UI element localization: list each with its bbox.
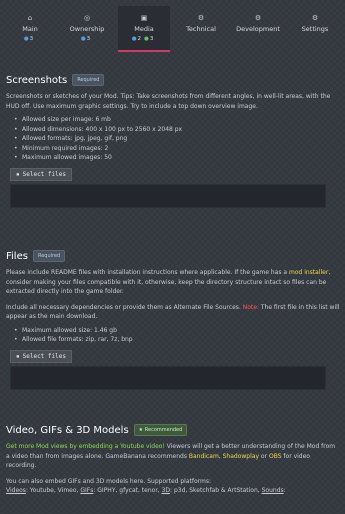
video-heading: Video, GIFs & 3D Models ★ Recommended	[6, 424, 340, 436]
required-badge: Required	[32, 250, 66, 262]
rule-item: Minimum required images: 2	[14, 144, 340, 154]
comment-count-icon: ●	[131, 36, 137, 42]
select-files-button[interactable]: ▪ Select files	[10, 349, 72, 363]
development-icon: ⚙	[254, 14, 262, 22]
comment-count-icon: ●	[80, 36, 86, 42]
rule-item: Maximum allowed size: 1.46 gb	[14, 326, 340, 336]
files-desc-text: Please include README files with install…	[6, 269, 289, 276]
screenshots-rules-list: Allowed size per image: 6 mbAllowed dime…	[6, 115, 340, 163]
screenshots-dropzone[interactable]	[10, 183, 326, 208]
files-section: Files Required Please include README fil…	[6, 250, 340, 390]
platform-category-link[interactable]: Videos	[6, 487, 26, 494]
shadowplay-link[interactable]: Shadowplay	[223, 453, 259, 460]
tab-counts: ●3	[4, 36, 56, 42]
required-badge: Required	[72, 74, 105, 86]
tab-label: Settings	[301, 25, 329, 33]
obs-link[interactable]: OBS	[269, 453, 282, 460]
platform-category-link[interactable]: 3D	[162, 487, 170, 494]
platform-list: : Youtube, Vimeo,	[25, 487, 81, 494]
or-text: or	[259, 452, 269, 460]
tab-label: Main	[22, 25, 38, 33]
platform-list: :	[283, 487, 286, 494]
select-files-button[interactable]: ▪ Select files	[10, 167, 72, 181]
tab-label: Development	[236, 25, 280, 33]
files-heading: Files Required	[6, 250, 340, 262]
bandicam-link[interactable]: Bandicam	[189, 453, 219, 460]
recommended-badge: ★ Recommended	[133, 424, 188, 436]
files-description-2: Include all necessary dependencies or pr…	[6, 303, 340, 322]
upload-icon: ▪	[16, 170, 20, 178]
tab-counts: ●3	[61, 36, 113, 42]
recommended-label: Recommended	[144, 427, 183, 433]
check-count-icon: ●	[144, 36, 149, 42]
rule-item: Allowed formats: jpg, jpeg, gif, png	[14, 134, 340, 144]
tab-label: Technical	[186, 25, 216, 33]
files-desc2-text: Include all necessary dependencies or pr…	[6, 303, 243, 311]
platforms-intro: You can also embed GIFs and 3D models he…	[6, 477, 211, 485]
rule-item: Maximum allowed images: 50	[14, 153, 340, 163]
screenshots-title: Screenshots	[6, 74, 68, 86]
files-description: Please include README files with install…	[6, 268, 340, 297]
tab-development[interactable]: ⚙ Development	[232, 6, 284, 48]
video-promo-text: Get more Mod views by embedding a Youtub…	[6, 443, 165, 450]
tab-ownership[interactable]: ◎ Ownership ●3	[61, 6, 113, 48]
platform-category-link[interactable]: Sounds	[262, 487, 284, 494]
video-section: Video, GIFs & 3D Models ★ Recommended Ge…	[6, 424, 340, 496]
note-label: Note:	[242, 303, 259, 311]
count-value: 3	[149, 36, 154, 42]
tab-label: Media	[134, 25, 154, 33]
video-title: Video, GIFs & 3D Models	[6, 424, 129, 436]
tab-media[interactable]: ▣ Media ●2 ●3	[118, 6, 170, 52]
mod-installer-link[interactable]: mod installer	[289, 269, 328, 276]
home-icon: ⌂	[27, 14, 33, 22]
tab-label: Ownership	[69, 25, 105, 33]
platform-category-link[interactable]: GIFs	[80, 487, 93, 494]
platform-list: : GIPHY, gfycat, tenor,	[93, 487, 162, 494]
files-rules-list: Maximum allowed size: 1.46 gbAllowed fil…	[6, 326, 340, 345]
select-files-label: Select files	[22, 170, 66, 178]
screenshots-heading: Screenshots Required	[6, 74, 340, 86]
upload-icon: ▪	[16, 352, 20, 360]
rule-item: Allowed file formats: zip, rar, 7z, bnp	[14, 335, 340, 345]
screenshots-description: Screenshots or sketches of your Mod. Tip…	[6, 93, 331, 110]
media-icon: ▣	[140, 14, 148, 22]
files-title: Files	[6, 250, 28, 262]
count-value: 2	[137, 36, 142, 42]
count-value: 3	[29, 36, 34, 42]
select-files-label: Select files	[22, 352, 66, 360]
files-dropzone[interactable]	[10, 365, 326, 390]
rule-item: Allowed size per image: 6 mb	[14, 115, 340, 125]
tab-technical[interactable]: ⚙ Technical	[175, 6, 227, 48]
platform-list: : p3d, Sketchfab & ArtStation,	[170, 487, 262, 494]
comment-count-icon: ●	[23, 36, 29, 42]
tab-settings[interactable]: ⚙ Settings	[289, 6, 341, 48]
count-value: 3	[86, 36, 91, 42]
screenshots-section: Screenshots Required Screenshots or sket…	[6, 74, 340, 208]
settings-icon: ⚙	[311, 14, 319, 22]
tab-bar: ⌂ Main ●3 ◎ Ownership ●3 ▣ Media ●2 ●3 ⚙ Technical ⚙…	[0, 6, 345, 54]
tab-main[interactable]: ⌂ Main ●3	[4, 6, 56, 48]
video-description: Get more Mod views by embedding a Youtub…	[6, 442, 340, 471]
rule-item: Allowed dimensions: 400 x 100 px to 2560…	[14, 125, 340, 135]
platforms-line: Videos: Youtube, Vimeo, GIFs: GIPHY, gfy…	[6, 486, 340, 496]
technical-icon: ⚙	[197, 14, 205, 22]
ownership-icon: ◎	[83, 14, 91, 22]
tab-counts: ●2 ●3	[118, 36, 170, 42]
